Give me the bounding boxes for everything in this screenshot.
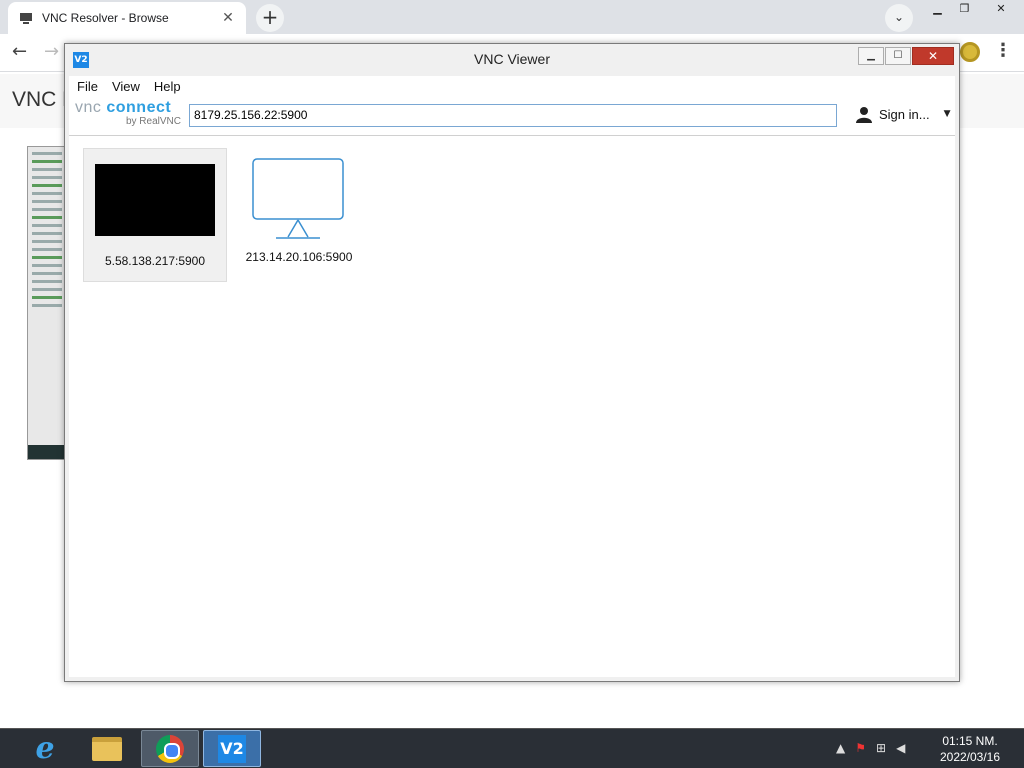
vnc-connect-bar: vnc connect by RealVNC 8179.25.156.22:59… [69, 96, 955, 136]
taskbar: e V2 ▲ ⚑ ⊞ ◀ 01:15 NM. 2022/03/16 [0, 728, 1024, 768]
browser-tabstrip: VNC Resolver - Browse ✕ + ⌄ ▁ ❐ ✕ [0, 0, 1024, 34]
vnc-window-title: VNC Viewer [474, 51, 550, 67]
vnc-resolver-favicon-icon [20, 13, 32, 24]
back-arrow-icon[interactable]: ← [12, 41, 27, 62]
logo-byline: by RealVNC [125, 116, 181, 127]
browser-window-controls: ▁ ❐ ✕ [924, 0, 1024, 20]
vnc-menubar: File View Help [69, 76, 955, 96]
browser-tab[interactable]: VNC Resolver - Browse ✕ [8, 2, 246, 34]
taskbar-clock[interactable]: 01:15 NM. 2022/03/16 [930, 733, 1010, 765]
vnc-close-button[interactable]: ✕ [912, 47, 954, 65]
user-icon [856, 107, 872, 123]
taskbar-file-explorer[interactable] [78, 730, 136, 767]
clock-date: 2022/03/16 [939, 750, 1001, 764]
taskbar-chrome[interactable] [141, 730, 199, 767]
connection-entry[interactable]: 213.14.20.106:5900 [227, 148, 371, 282]
new-tab-button[interactable]: + [256, 4, 284, 32]
menu-view[interactable]: View [112, 79, 140, 94]
tray-expand-icon[interactable]: ▲ [836, 741, 845, 755]
browser-menu-kebab-icon[interactable]: ⋮ [994, 40, 1012, 61]
menu-file[interactable]: File [77, 79, 98, 94]
internet-explorer-icon: e [35, 731, 55, 766]
connection-entry[interactable]: 5.58.138.217:5900 [83, 148, 227, 282]
chrome-icon [156, 734, 184, 763]
connection-label: 5.58.138.217:5900 [104, 254, 206, 268]
sign-in-label: Sign in... [879, 106, 930, 122]
vnc-address-input[interactable]: 8179.25.156.22:5900 [189, 104, 837, 127]
network-icon[interactable]: ⊞ [876, 741, 886, 755]
vnc-maximize-button[interactable]: ☐ [885, 47, 911, 65]
volume-muted-icon[interactable]: ◀ [896, 741, 905, 755]
system-tray: ▲ ⚑ ⊞ ◀ [836, 741, 905, 755]
sign-in-dropdown-icon[interactable]: ▼ [944, 109, 951, 119]
connection-thumbnail [95, 164, 215, 236]
sign-in-button[interactable]: Sign in... ▼ [855, 105, 951, 123]
connection-label: 213.14.20.106:5900 [245, 250, 353, 264]
folder-icon [92, 736, 122, 761]
menu-help[interactable]: Help [154, 79, 181, 94]
taskbar-vnc-viewer[interactable]: V2 [203, 730, 261, 767]
extension-icon[interactable] [960, 42, 980, 62]
vnc-title-bar[interactable]: V2 VNC Viewer ▁ ☐ ✕ [65, 44, 959, 76]
browser-restore-button[interactable]: ❐ [951, 0, 978, 20]
tab-title: VNC Resolver - Browse [42, 11, 169, 25]
page-screenshot-thumbnail[interactable] [27, 146, 67, 460]
vnc-viewer-window: V2 VNC Viewer ▁ ☐ ✕ File View Help vnc c… [64, 43, 960, 682]
vnc-minimize-button[interactable]: ▁ [858, 47, 884, 65]
logo-word-connect: connect [106, 99, 172, 116]
tab-close-icon[interactable]: ✕ [220, 10, 236, 26]
vnc-connect-logo: vnc connect by RealVNC [75, 99, 185, 128]
browser-minimize-button[interactable]: ▁ [924, 0, 951, 20]
forward-arrow-icon[interactable]: → [44, 41, 59, 62]
monitor-icon [252, 158, 344, 239]
action-center-flag-icon[interactable]: ⚑ [855, 741, 866, 755]
clock-time: 01:15 NM. [942, 734, 998, 748]
vnc-address-book: 5.58.138.217:5900 213.14.20.106:5900 [69, 136, 955, 677]
taskbar-internet-explorer[interactable]: e [16, 730, 74, 767]
browser-close-button[interactable]: ✕ [978, 0, 1024, 20]
tab-search-chevron-icon[interactable]: ⌄ [885, 4, 913, 32]
logo-word-vnc: vnc [75, 99, 102, 116]
vnc-viewer-icon: V2 [218, 734, 246, 763]
